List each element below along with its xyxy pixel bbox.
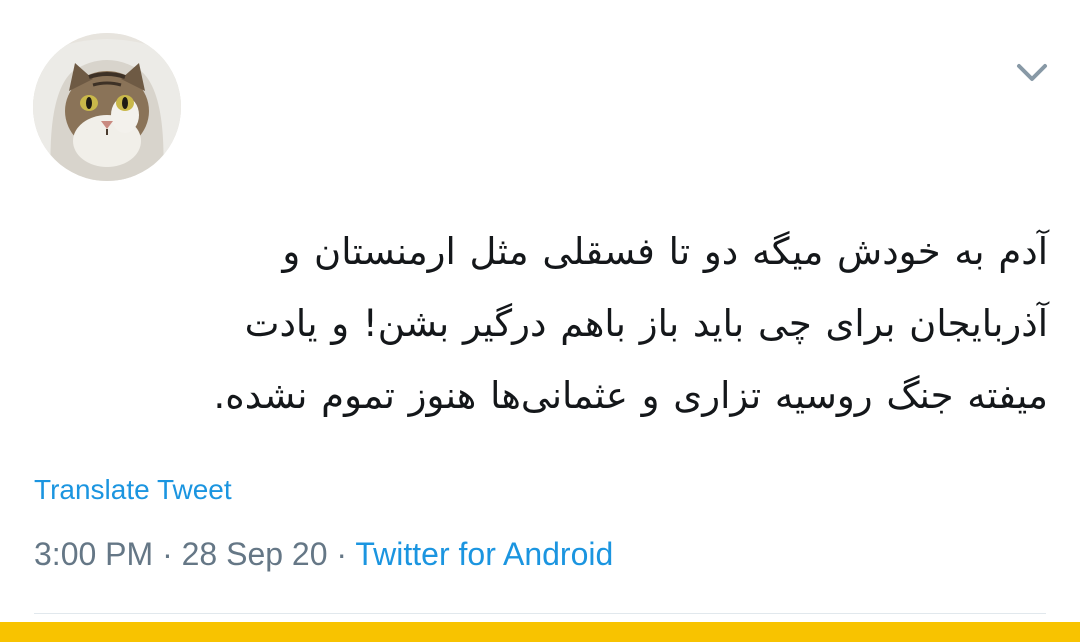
avatar[interactable] — [33, 33, 181, 181]
tweet-date[interactable]: 28 Sep 20 — [182, 536, 328, 572]
divider — [34, 613, 1046, 614]
meta-separator: · — [336, 536, 348, 572]
tweet-source-link[interactable]: Twitter for Android — [355, 536, 613, 572]
tweet-meta: 3:00 PM · 28 Sep 20 · Twitter for Androi… — [34, 536, 613, 573]
translate-tweet-link[interactable]: Translate Tweet — [34, 474, 232, 506]
meta-separator: · — [162, 536, 173, 572]
tweet-time: 3:00 PM — [34, 536, 154, 572]
tweet-text: آدم به خودش میگه دو تا فسقلی مثل ارمنستا… — [40, 216, 1048, 432]
tweet-text-line: میفته جنگ روسیه تزاری و عثمانی‌ها هنوز ت… — [213, 374, 1048, 417]
bottom-bar — [0, 622, 1080, 642]
chevron-down-icon[interactable] — [1014, 60, 1050, 86]
tweet-text-line: آذربایجان برای چی باید باز باهم درگیر بش… — [244, 302, 1048, 345]
tweet-text-line: آدم به خودش میگه دو تا فسقلی مثل ارمنستا… — [282, 230, 1048, 273]
cat-avatar-image — [33, 33, 181, 181]
